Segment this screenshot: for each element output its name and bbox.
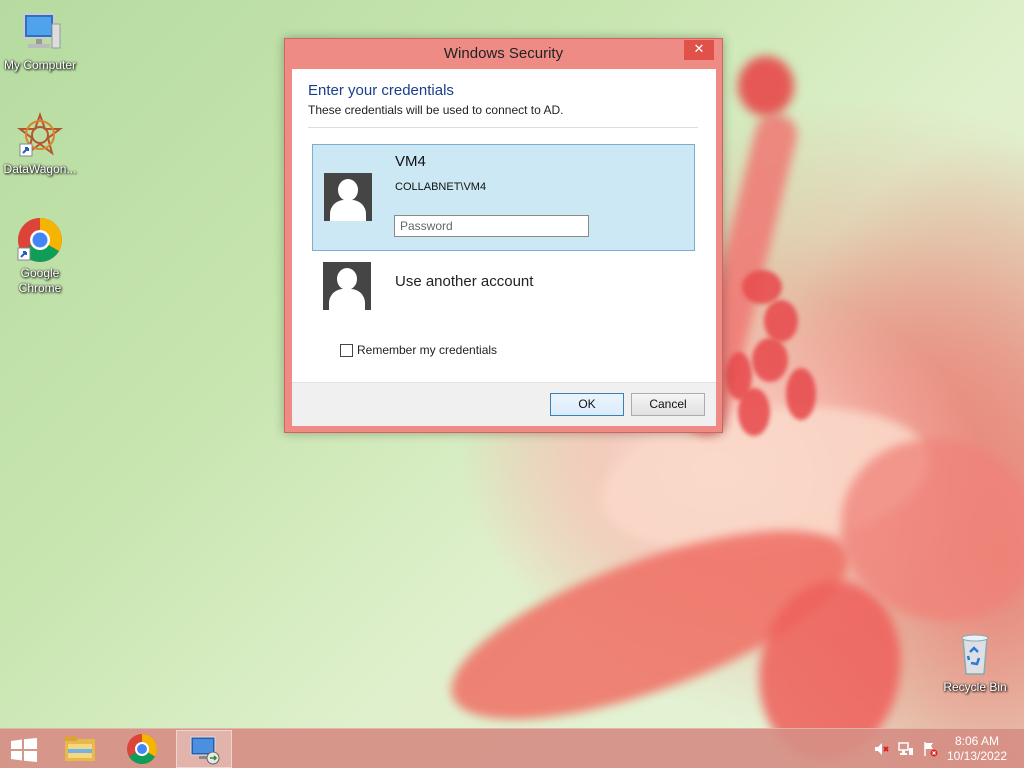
action-center-icon[interactable]	[922, 741, 938, 757]
remember-credentials-checkbox[interactable]: Remember my credentials	[340, 343, 497, 357]
divider	[308, 127, 698, 128]
password-input[interactable]	[394, 215, 589, 237]
windows-security-dialog: Windows Security ✕ Enter your credential…	[284, 38, 723, 433]
computer-icon	[23, 13, 61, 49]
dialog-heading: Enter your credentials	[308, 82, 454, 99]
checkbox-box[interactable]	[340, 343, 353, 357]
dialog-body: Enter your credentials These credentials…	[292, 69, 716, 382]
remember-credentials-label: Remember my credentials	[357, 343, 498, 357]
start-button[interactable]	[10, 738, 38, 762]
desktop-icon-my-computer[interactable]: My Computer	[0, 8, 80, 73]
wallpaper-stamen	[764, 300, 798, 342]
taskbar-remote-desktop[interactable]	[176, 730, 232, 768]
ok-button[interactable]: OK	[550, 393, 624, 416]
chrome-icon	[127, 734, 158, 765]
taskbar: 8:06 AM 10/13/2022	[0, 728, 1024, 768]
clock-date: 10/13/2022	[946, 749, 1008, 763]
desktop-icon-datawagon[interactable]: DataWagon...	[0, 112, 80, 177]
wallpaper-stamen	[786, 368, 816, 420]
account-tile-selected[interactable]: VM4 COLLABNET\VM4	[312, 144, 695, 251]
close-icon: ✕	[693, 42, 705, 57]
account-domain: COLLABNET\VM4	[395, 181, 487, 193]
file-explorer-icon	[65, 736, 95, 761]
wallpaper-stamen	[752, 338, 788, 382]
windows-logo-icon	[11, 738, 37, 762]
desktop-icon-label: My Computer	[3, 58, 77, 72]
dialog-footer: OK Cancel	[292, 382, 716, 426]
wallpaper-stigma	[738, 56, 794, 116]
user-avatar-icon	[323, 262, 371, 310]
use-another-account-label: Use another account	[395, 273, 534, 290]
wallpaper-stamen	[738, 388, 770, 436]
desktop-icon-recycle-bin[interactable]: Recycle Bin	[935, 630, 1015, 695]
network-icon[interactable]	[898, 741, 914, 757]
taskbar-file-explorer[interactable]	[52, 730, 108, 768]
user-avatar-icon	[324, 173, 372, 221]
datawagon-icon	[17, 112, 63, 157]
desktop-icon-google-chrome[interactable]: Google Chrome	[0, 216, 80, 296]
clock-time: 8:06 AM	[954, 734, 1000, 748]
desktop-icon-label: Recycle Bin	[943, 680, 1007, 694]
wallpaper-stamen	[742, 270, 782, 304]
desktop-icon-label: Google Chrome	[18, 266, 62, 295]
dialog-subheading: These credentials will be used to connec…	[308, 103, 564, 117]
chrome-icon	[17, 218, 62, 262]
account-name: VM4	[395, 153, 426, 170]
cancel-button[interactable]: Cancel	[631, 393, 705, 416]
clock[interactable]: 8:06 AM 10/13/2022	[942, 734, 1012, 764]
close-button[interactable]: ✕	[684, 40, 714, 60]
dialog-title: Windows Security	[443, 45, 564, 62]
remote-desktop-icon	[190, 736, 220, 765]
volume-muted-icon[interactable]	[874, 741, 890, 757]
taskbar-chrome[interactable]	[114, 730, 170, 768]
recycle-bin-icon	[961, 634, 989, 675]
use-another-account-option[interactable]: Use another account	[312, 255, 695, 315]
desktop-icon-label: DataWagon...	[3, 162, 77, 176]
